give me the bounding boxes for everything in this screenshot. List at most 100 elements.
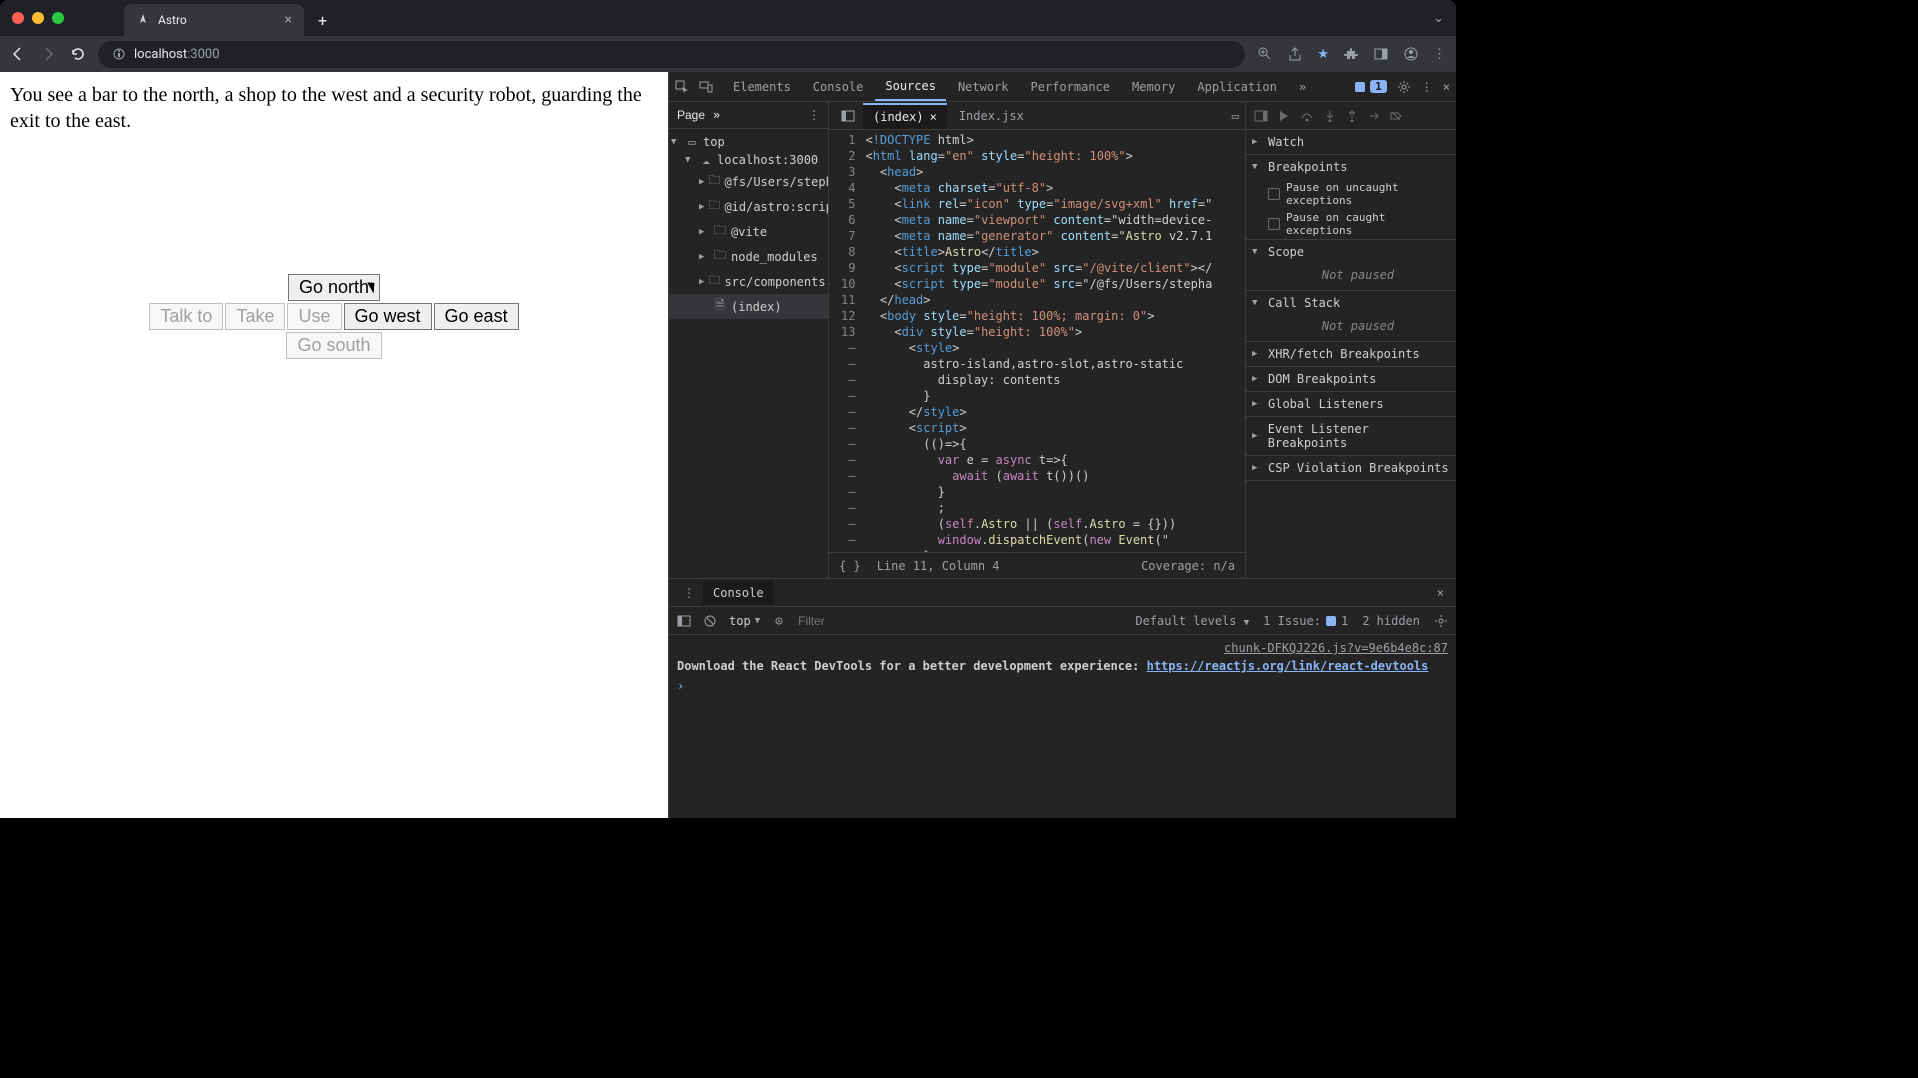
go-south-button[interactable]: Go south xyxy=(286,332,381,359)
tab-memory[interactable]: Memory xyxy=(1122,74,1185,100)
tree-top[interactable]: ▼▭top xyxy=(669,133,828,151)
step-icon[interactable] xyxy=(1368,110,1380,122)
browser-tab[interactable]: Astro × xyxy=(124,4,304,36)
reload-button[interactable] xyxy=(70,46,86,62)
address-bar[interactable]: localhost:3000 xyxy=(98,41,1245,68)
window-expand-icon[interactable]: ⌄ xyxy=(1433,11,1444,26)
react-devtools-link[interactable]: https://reactjs.org/link/react-devtools xyxy=(1147,659,1429,673)
coverage-status: Coverage: n/a xyxy=(1141,559,1235,573)
share-icon[interactable] xyxy=(1287,46,1303,62)
window-titlebar: Astro × + ⌄ xyxy=(0,0,1456,36)
editor-tab-indexjsx[interactable]: Index.jsx xyxy=(949,104,1034,128)
pause-uncaught-checkbox[interactable]: Pause on uncaught exceptions xyxy=(1246,179,1456,209)
message-source-link[interactable]: chunk-DFKQJ226.js?v=9e6b4e8c:87 xyxy=(1224,641,1448,655)
drawer-menu-icon[interactable]: ⋮ xyxy=(675,586,703,600)
close-devtools-button[interactable]: × xyxy=(1443,80,1450,94)
event-listener-bp-section[interactable]: ▶Event Listener Breakpoints xyxy=(1246,417,1456,455)
back-button[interactable] xyxy=(10,46,26,62)
scope-section[interactable]: ▼Scope xyxy=(1246,240,1456,264)
csp-section[interactable]: ▶CSP Violation Breakpoints xyxy=(1246,456,1456,480)
zoom-icon[interactable] xyxy=(1257,46,1273,62)
live-expression-icon[interactable] xyxy=(772,614,786,628)
go-west-button[interactable]: Go west xyxy=(344,303,432,330)
tab-network[interactable]: Network xyxy=(948,74,1019,100)
tree-file-index[interactable]: 🗎(index) xyxy=(669,294,828,319)
step-into-icon[interactable] xyxy=(1324,110,1336,122)
nav-overflow-icon[interactable]: » xyxy=(713,108,720,122)
clear-console-icon[interactable] xyxy=(703,614,717,628)
drawer-tab-console[interactable]: Console xyxy=(703,581,774,605)
tab-console[interactable]: Console xyxy=(803,74,874,100)
toggle-debugger-icon[interactable] xyxy=(1254,109,1268,123)
devtools-menu-icon[interactable]: ⋮ xyxy=(1421,80,1433,94)
close-drawer-button[interactable]: × xyxy=(1431,586,1450,600)
tree-folder-node-modules[interactable]: ▶🗀node_modules xyxy=(669,244,828,269)
new-tab-button[interactable]: + xyxy=(312,5,333,36)
favicon-icon xyxy=(136,13,150,27)
page-viewport: You see a bar to the north, a shop to th… xyxy=(0,72,668,818)
game-controls: Go north Talk to Take Use Go west Go eas… xyxy=(149,274,518,359)
close-window-button[interactable] xyxy=(12,12,24,24)
step-out-icon[interactable] xyxy=(1346,110,1358,122)
page-nav-tab[interactable]: Page xyxy=(677,108,705,122)
go-north-button[interactable]: Go north xyxy=(288,274,380,301)
site-info-icon[interactable] xyxy=(112,47,126,61)
cursor-position: Line 11, Column 4 xyxy=(877,559,1000,573)
forward-button[interactable] xyxy=(40,46,56,62)
console-message-text: Download the React DevTools for a better… xyxy=(677,657,1448,675)
take-button[interactable]: Take xyxy=(225,303,285,330)
close-editor-tab-icon[interactable]: × xyxy=(930,110,937,124)
console-issues-link[interactable]: 1 Issue: 1 xyxy=(1263,614,1348,628)
callstack-section[interactable]: ▼Call Stack xyxy=(1246,291,1456,315)
tree-host[interactable]: ▼☁localhost:3000 xyxy=(669,151,828,169)
deactivate-breakpoints-icon[interactable] xyxy=(1390,110,1402,122)
dom-bp-section[interactable]: ▶DOM Breakpoints xyxy=(1246,367,1456,391)
tab-sources[interactable]: Sources xyxy=(875,73,946,101)
close-tab-button[interactable]: × xyxy=(285,12,292,28)
use-button[interactable]: Use xyxy=(287,303,341,330)
resume-icon[interactable] xyxy=(1278,110,1290,122)
code-area[interactable]: <!DOCTYPE html><html lang="en" style="he… xyxy=(861,130,1216,552)
go-east-button[interactable]: Go east xyxy=(434,303,519,330)
hidden-messages[interactable]: 2 hidden xyxy=(1362,614,1420,628)
xhr-section[interactable]: ▶XHR/fetch Breakpoints xyxy=(1246,342,1456,366)
tab-elements[interactable]: Elements xyxy=(723,74,801,100)
tree-folder-fs[interactable]: ▶🗀@fs/Users/stepha xyxy=(669,169,828,194)
device-toggle-icon[interactable] xyxy=(699,80,713,94)
settings-icon[interactable] xyxy=(1397,80,1411,94)
extensions-icon[interactable] xyxy=(1343,46,1359,62)
profile-icon[interactable] xyxy=(1403,46,1419,62)
maximize-window-button[interactable] xyxy=(52,12,64,24)
console-context-select[interactable]: top▼ xyxy=(729,614,760,628)
pause-caught-checkbox[interactable]: Pause on caught exceptions xyxy=(1246,209,1456,239)
side-panel-icon[interactable] xyxy=(1373,46,1389,62)
log-levels-select[interactable]: Default levels ▼ xyxy=(1135,614,1249,628)
minimize-window-button[interactable] xyxy=(32,12,44,24)
tab-application[interactable]: Application xyxy=(1187,74,1286,100)
global-listeners-section[interactable]: ▶Global Listeners xyxy=(1246,392,1456,416)
console-filter-input[interactable] xyxy=(798,614,1123,628)
nav-more-icon[interactable]: ⋮ xyxy=(808,108,820,122)
debugger-pane: ▶Watch ▼Breakpoints Pause on uncaught ex… xyxy=(1246,102,1456,578)
console-settings-icon[interactable] xyxy=(1434,614,1448,628)
issues-indicator[interactable]: 1 xyxy=(1354,80,1387,93)
watch-section[interactable]: ▶Watch xyxy=(1246,130,1456,154)
console-filter[interactable] xyxy=(798,614,1123,628)
step-over-icon[interactable] xyxy=(1300,110,1314,122)
console-prompt[interactable]: › xyxy=(677,679,1448,693)
tab-performance[interactable]: Performance xyxy=(1021,74,1120,100)
breakpoints-section[interactable]: ▼Breakpoints xyxy=(1246,155,1456,179)
talk-to-button[interactable]: Talk to xyxy=(149,303,223,330)
tab-overflow-icon[interactable]: » xyxy=(1289,74,1316,100)
editor-new-snippet-icon[interactable]: ▭ xyxy=(1232,109,1239,123)
menu-icon[interactable]: ⋮ xyxy=(1433,47,1446,62)
bookmark-icon[interactable]: ★ xyxy=(1317,47,1329,62)
tree-folder-astro-scripts[interactable]: ▶🗀@id/astro:scripts xyxy=(669,194,828,219)
pretty-print-icon[interactable]: { } xyxy=(839,559,861,573)
editor-tab-index[interactable]: (index)× xyxy=(863,103,947,129)
tree-folder-vite[interactable]: ▶🗀@vite xyxy=(669,219,828,244)
console-sidebar-toggle-icon[interactable] xyxy=(677,614,691,628)
inspect-element-icon[interactable] xyxy=(675,80,689,94)
tree-folder-src-components[interactable]: ▶🗀src/components xyxy=(669,269,828,294)
toggle-navigator-icon[interactable] xyxy=(835,109,861,123)
